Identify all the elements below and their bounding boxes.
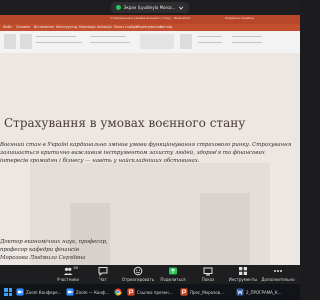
share-screen-label: Поделиться — [160, 277, 186, 282]
shapes-gallery[interactable] — [140, 34, 174, 49]
powerpoint-icon — [127, 288, 135, 296]
chat-icon — [98, 267, 108, 276]
tab-file[interactable]: Файл — [3, 25, 12, 29]
powerpoint-icon — [180, 288, 188, 296]
tools-label: Инструменты — [228, 277, 258, 282]
arrange-button[interactable] — [180, 34, 192, 49]
author-block: Доктор економічних наук, професор, профе… — [0, 238, 108, 262]
start-button[interactable] — [4, 287, 12, 297]
ribbon-tabs: Файл Основне Вставлення Конструктор Пере… — [0, 24, 300, 31]
zoom-icon — [16, 288, 24, 296]
taskbar-label: Прес_Морозов... — [190, 289, 224, 295]
shape-fill-control[interactable] — [198, 36, 222, 37]
window-title: Страхування в умовах воєнного стану - Po… — [110, 16, 191, 20]
presenter-name: Экран (Lyudmyla Moroz... — [123, 5, 176, 10]
replace-control[interactable] — [232, 42, 262, 43]
alignment-controls[interactable] — [90, 42, 130, 43]
find-control[interactable] — [232, 36, 262, 37]
participants-button[interactable]: Участники 88 — [48, 266, 88, 282]
tab-transitions[interactable]: Переходи — [79, 25, 95, 29]
body-line: залишається критично важливим інструмент… — [0, 150, 265, 156]
participants-label: Участники — [56, 277, 79, 282]
tab-insert[interactable]: Вставлення — [34, 25, 54, 29]
meeting-toolbar: Участники 88 Чат Отреагировать Поделитьс… — [0, 265, 300, 284]
taskbar-label: 2_ПРОГРАМА_К... — [246, 289, 282, 295]
show-button[interactable]: Показ — [188, 266, 228, 282]
account-name[interactable]: Людмила Серебна — [225, 16, 254, 20]
slide-canvas: Страхування в умовах воєнного стану Воєн… — [0, 53, 300, 265]
sharing-indicator-icon — [115, 5, 121, 10]
share-screen-button[interactable]: Поделиться — [153, 266, 193, 282]
body-line: Воєнний стан в Україні кардинально зміни… — [0, 142, 292, 148]
tab-design[interactable]: Конструктор — [56, 25, 78, 29]
taskbar-powerpoint-file[interactable]: Прес_Морозов... — [180, 287, 224, 297]
windows-taskbar: Zoom Конфере... Zoom — Конф... Ссылка пр… — [0, 284, 300, 300]
tab-review[interactable]: Рецензування — [137, 25, 161, 29]
taskbar-zoom-meeting-1[interactable]: Zoom Конфере... — [16, 287, 61, 297]
powerpoint-titlebar: Страхування в умовах воєнного стану - Po… — [0, 15, 300, 24]
tab-animations[interactable]: Анімація — [97, 25, 111, 29]
taskbar-chrome[interactable] — [114, 287, 122, 297]
more-icon — [274, 270, 282, 272]
new-slide-button[interactable] — [20, 34, 32, 49]
share-status-pill[interactable]: Экран (Lyudmyla Moroz... — [110, 2, 190, 13]
share-screen-icon — [169, 267, 177, 275]
background-building — [200, 193, 250, 265]
tab-slideshow[interactable]: Показ слайдів — [114, 25, 138, 29]
taskbar-label: Zoom — Конф... — [76, 289, 110, 295]
react-button[interactable]: Отреагировать — [118, 266, 158, 282]
tab-home[interactable]: Основне — [16, 25, 30, 29]
chat-button[interactable]: Чат — [83, 266, 123, 282]
paste-button[interactable] — [4, 34, 16, 49]
author-line: Морозова Людмила Сергіївна — [0, 255, 86, 261]
react-icon — [133, 266, 143, 276]
chrome-icon — [114, 288, 122, 296]
taskbar-zoom-meeting-2[interactable]: Zoom — Конф... — [66, 287, 109, 297]
taskbar-label: Zoom Конфере... — [26, 289, 62, 295]
taskbar-label: Ссылка презен... — [137, 289, 173, 295]
chat-label: Чат — [99, 277, 107, 282]
word-icon — [236, 288, 244, 296]
react-label: Отреагировать — [121, 277, 155, 282]
chevron-down-icon[interactable] — [178, 5, 184, 11]
tools-icon — [239, 267, 247, 275]
taskbar-presentation-link[interactable]: Ссылка презен... — [127, 287, 172, 297]
slide-title: Страхування в умовах воєнного стану — [4, 116, 246, 130]
font-controls[interactable] — [36, 36, 76, 37]
taskbar-word-file[interactable]: 2_ПРОГРАМА_К... — [236, 287, 282, 297]
paragraph-controls[interactable] — [90, 36, 126, 37]
body-line: інтересів громадян і бізнесу — навіть у … — [0, 158, 200, 164]
windows-logo-icon — [4, 288, 12, 296]
author-line: Доктор економічних наук, професор, — [0, 239, 108, 245]
participants-icon — [63, 267, 73, 275]
zoom-share-bar: Экран (Lyudmyla Moroz... — [0, 0, 300, 15]
shared-screen: Страхування в умовах воєнного стану - Po… — [0, 15, 300, 265]
tab-view[interactable]: Вигляд — [160, 25, 172, 29]
font-format-controls[interactable] — [36, 42, 82, 43]
author-line: професор кафедри фінансів — [0, 247, 80, 253]
shape-outline-control[interactable] — [198, 42, 222, 43]
more-label: Дополнительно — [261, 277, 295, 282]
tools-button[interactable]: Инструменты — [223, 266, 263, 282]
show-icon — [203, 267, 213, 276]
slide-body: Воєнний стан в Україні кардинально зміни… — [0, 141, 292, 165]
more-button[interactable]: Дополнительно — [258, 266, 298, 282]
ribbon — [0, 31, 300, 54]
zoom-icon — [66, 288, 74, 296]
show-label: Показ — [201, 277, 215, 282]
participant-count: 88 — [73, 266, 78, 270]
